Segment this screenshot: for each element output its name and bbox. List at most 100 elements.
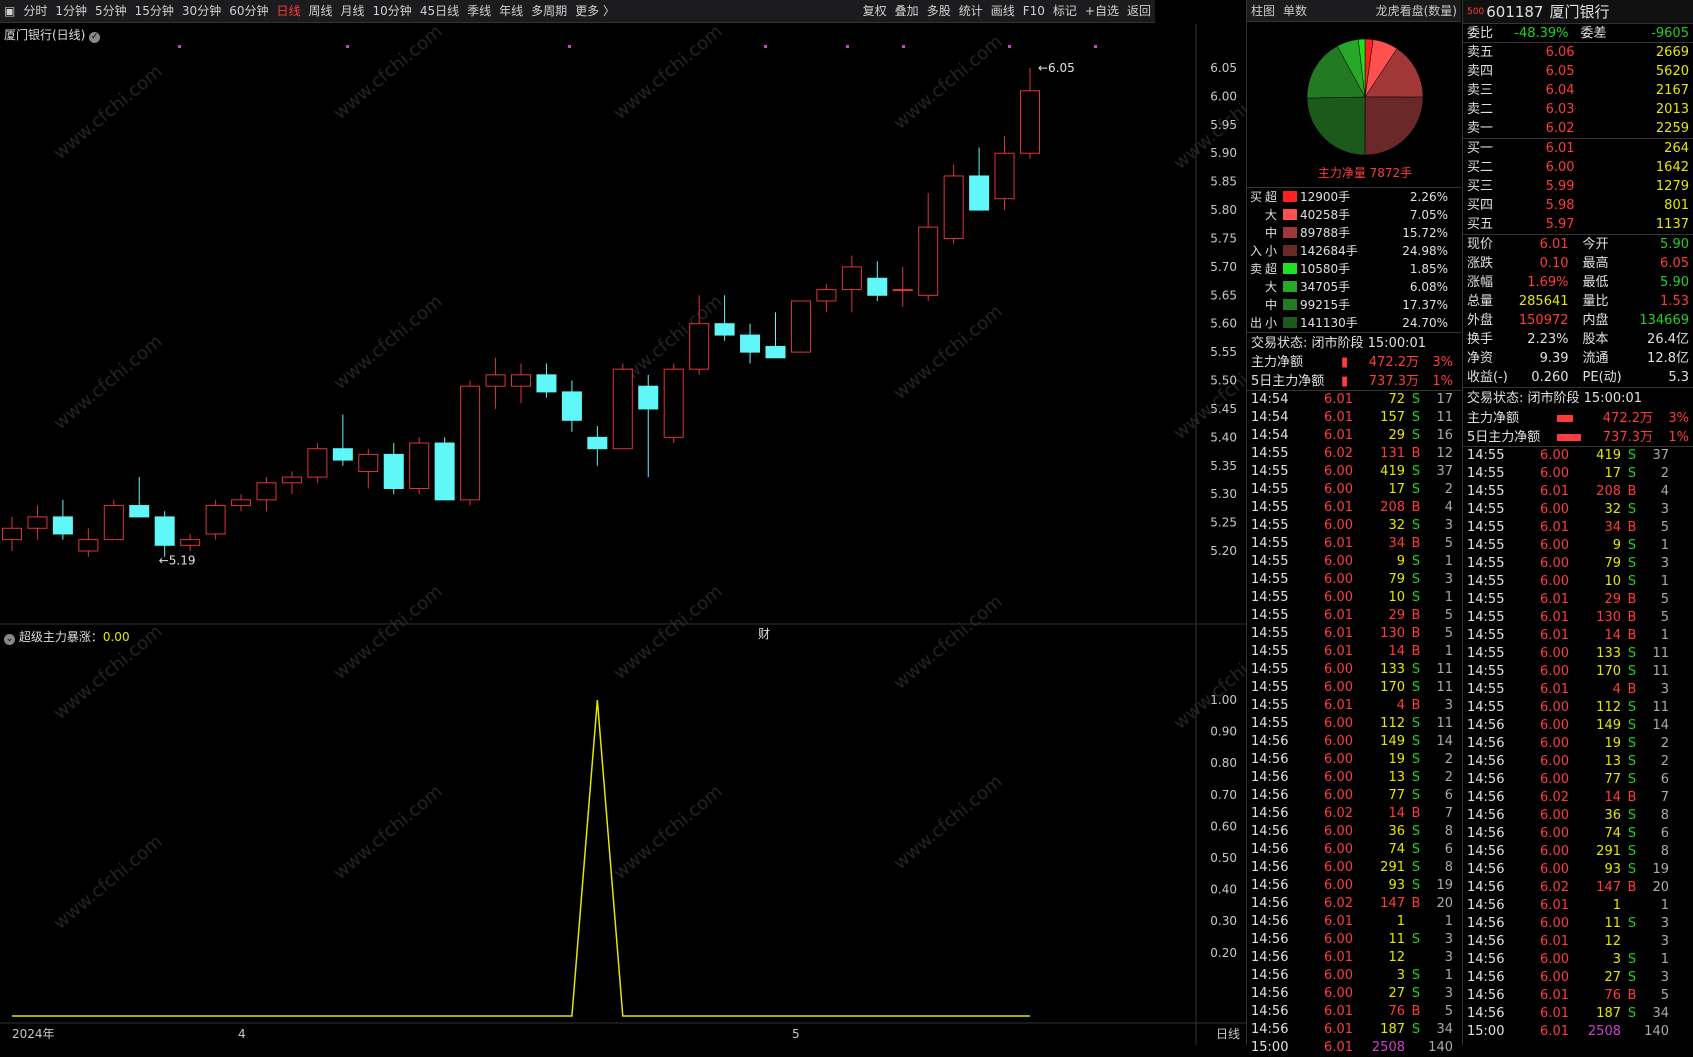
price-tick: 5.55 (1210, 345, 1237, 359)
tick-row: 15:00 6.01 2508 140 (1467, 1024, 1669, 1039)
candle-body (892, 289, 913, 292)
candle-body (231, 499, 252, 507)
tick-row: 14:56 6.00 11 S 3 (1251, 932, 1453, 947)
tick-row: 14:55 6.01 34 B 5 (1251, 536, 1453, 551)
book-row[interactable]: 买二 6.00 1642 (1463, 158, 1693, 177)
book-row[interactable]: 卖二 6.03 2013 (1463, 100, 1693, 119)
candle-body (511, 374, 531, 387)
tick-row: 14:56 6.00 74 S 6 (1467, 826, 1669, 841)
trade-status-b: 交易状态: 闭市阶段 15:00:01 (1467, 391, 1643, 406)
indicator-title: ⌄ 超级主力暴涨：0.00 (4, 630, 130, 645)
flow-bar (1283, 263, 1297, 274)
indicator-tick: 0.90 (1210, 725, 1237, 739)
tab-bar-chart[interactable]: 柱图 (1247, 4, 1279, 18)
tick-row: 14:55 6.00 9 S 1 (1251, 554, 1453, 569)
low-label: ←5.19 (159, 554, 196, 568)
tick-row: 14:56 6.00 36 S 8 (1251, 824, 1453, 839)
tick-row: 14:55 6.00 9 S 1 (1467, 538, 1669, 553)
x-label: 2024年 (12, 1027, 55, 1041)
tick-row: 14:55 6.00 419 S 37 (1251, 464, 1453, 479)
tick-row: 14:55 6.00 133 S 11 (1467, 646, 1669, 661)
tab-order-count[interactable]: 单数 (1279, 4, 1311, 18)
candle-body (256, 482, 277, 501)
pie-slice (1364, 96, 1424, 156)
indicator-value: 0.00 (102, 630, 130, 644)
event-dot (178, 45, 181, 48)
candle-body (969, 175, 990, 211)
tick-row: 14:55 6.00 17 S 2 (1251, 482, 1453, 497)
stock-header: 500 601187 厦门银行 (1463, 0, 1693, 24)
indicator-tick: 0.80 (1210, 756, 1237, 770)
quote-table: 现价 6.01 今开 5.90 涨跌 0.10 最高 6.05 涨幅 1.69% 最低 5.90 总量 2… (1463, 235, 1693, 388)
tick-row: 14:56 6.01 187 S 34 (1251, 1022, 1453, 1037)
tick-row: 14:54 6.01 29 S 16 (1251, 428, 1453, 443)
candle-body (358, 453, 379, 472)
flow-bar (1283, 317, 1297, 328)
book-row[interactable]: 买三 5.99 1279 (1463, 177, 1693, 196)
tick-row: 14:55 6.02 131 B 12 (1251, 446, 1453, 461)
book-row[interactable]: 买四 5.98 801 (1463, 196, 1693, 215)
quote-row: 涨幅 1.69% 最低 5.90 (1467, 275, 1689, 290)
net-volume-label: 主力净量 7872手 (1318, 166, 1412, 180)
collapse-icon[interactable]: ⌄ (4, 634, 15, 645)
fund-pie-chart: 主力净量 7872手 (1306, 38, 1424, 180)
badge: 500 (1467, 7, 1485, 17)
net-amount-5d-row: 5日主力净额 ▮ 737.3万 1% (1247, 372, 1461, 391)
tick-row: 14:56 6.00 27 S 3 (1467, 970, 1669, 985)
candle-body (409, 442, 430, 489)
book-row[interactable]: 买一 6.01 264 (1463, 139, 1693, 158)
flow-row: 买超 12900手 2.26% (1249, 190, 1448, 204)
quote-row: 净资 9.39 流通 12.8亿 (1467, 351, 1689, 366)
flow-bar (1283, 227, 1297, 238)
tick-row: 14:55 6.00 79 S 3 (1467, 556, 1669, 571)
indicator-tick: 0.60 (1210, 819, 1237, 833)
book-row[interactable]: 卖一 6.02 2259 (1463, 119, 1693, 138)
indicator-tick: 0.50 (1210, 851, 1237, 865)
tick-row: 14:56 6.01 76 B 5 (1251, 1004, 1453, 1019)
tick-row: 14:56 6.01 187 S 34 (1467, 1006, 1669, 1021)
finance-marker[interactable]: 财 (758, 627, 770, 641)
watermark: www.cfchi.com (890, 591, 1007, 694)
tick-row: 14:55 6.01 208 B 4 (1251, 500, 1453, 515)
tick-row: 14:56 6.00 19 S 2 (1467, 736, 1669, 751)
high-label: ←6.05 (1038, 61, 1075, 75)
book-row[interactable]: 卖四 6.05 5620 (1463, 62, 1693, 81)
tick-row: 14:55 6.00 79 S 3 (1251, 572, 1453, 587)
weibi-row: 委比 -48.39% 委差 -9605 (1463, 24, 1693, 43)
tick-list[interactable]: 14:54 6.01 72 S 17 14:54 6.01 157 S 11 14:54 6.01 29… (1247, 391, 1461, 1057)
candle-body (536, 374, 557, 393)
tick-row: 14:56 6.00 77 S 6 (1467, 772, 1669, 787)
indicator-tick: 1.00 (1210, 693, 1237, 707)
event-dot (764, 45, 767, 48)
kline-chart[interactable]: www.cfchi.com www.cfchi.com www.cfchi.com w… (0, 0, 1246, 1045)
quote-row: 总量 285641 量比 1.53 (1467, 294, 1689, 309)
candle-body (765, 345, 786, 359)
book-row[interactable]: 卖三 6.04 2167 (1463, 81, 1693, 100)
tick-list-b[interactable]: 14:55 6.00 419 S 37 14:55 6.00 17 S 2 14:55 6.01 208… (1463, 447, 1693, 1041)
event-dot (568, 45, 571, 48)
tick-row: 14:55 6.01 34 B 5 (1467, 520, 1669, 535)
book-row[interactable]: 卖五 6.06 2669 (1463, 43, 1693, 62)
candle-body (561, 391, 582, 421)
candle-body (78, 539, 99, 552)
book-row[interactable]: 买五 5.97 1137 (1463, 215, 1693, 234)
candle-body (205, 505, 226, 535)
quote-row: 涨跌 0.10 最高 6.05 (1467, 256, 1689, 271)
dropdown-icon[interactable]: ✓ (89, 32, 101, 43)
flow-row: 入小 142684手 24.98% (1249, 244, 1448, 258)
dragon-tiger-title[interactable]: 龙虎看盘(数量) (1372, 0, 1461, 21)
flow-row: 大 40258手 7.05% (1265, 208, 1448, 222)
candle-body (943, 175, 964, 239)
event-dot (902, 45, 905, 48)
price-tick: 5.85 (1210, 175, 1237, 189)
event-dot (1094, 45, 1097, 48)
tick-row: 14:55 6.00 112 S 11 (1467, 700, 1669, 715)
tick-row: 15:00 6.01 2508 140 (1251, 1040, 1453, 1055)
indicator-name: 超级主力暴涨 (18, 630, 91, 644)
tick-row: 14:55 6.00 112 S 11 (1251, 716, 1453, 731)
tick-row: 14:56 6.00 77 S 6 (1251, 788, 1453, 803)
tick-row: 14:56 6.00 13 S 2 (1467, 754, 1669, 769)
tick-row: 14:55 6.00 10 S 1 (1467, 574, 1669, 589)
candle-body (129, 505, 150, 518)
watermark: www.cfchi.com (330, 21, 447, 124)
